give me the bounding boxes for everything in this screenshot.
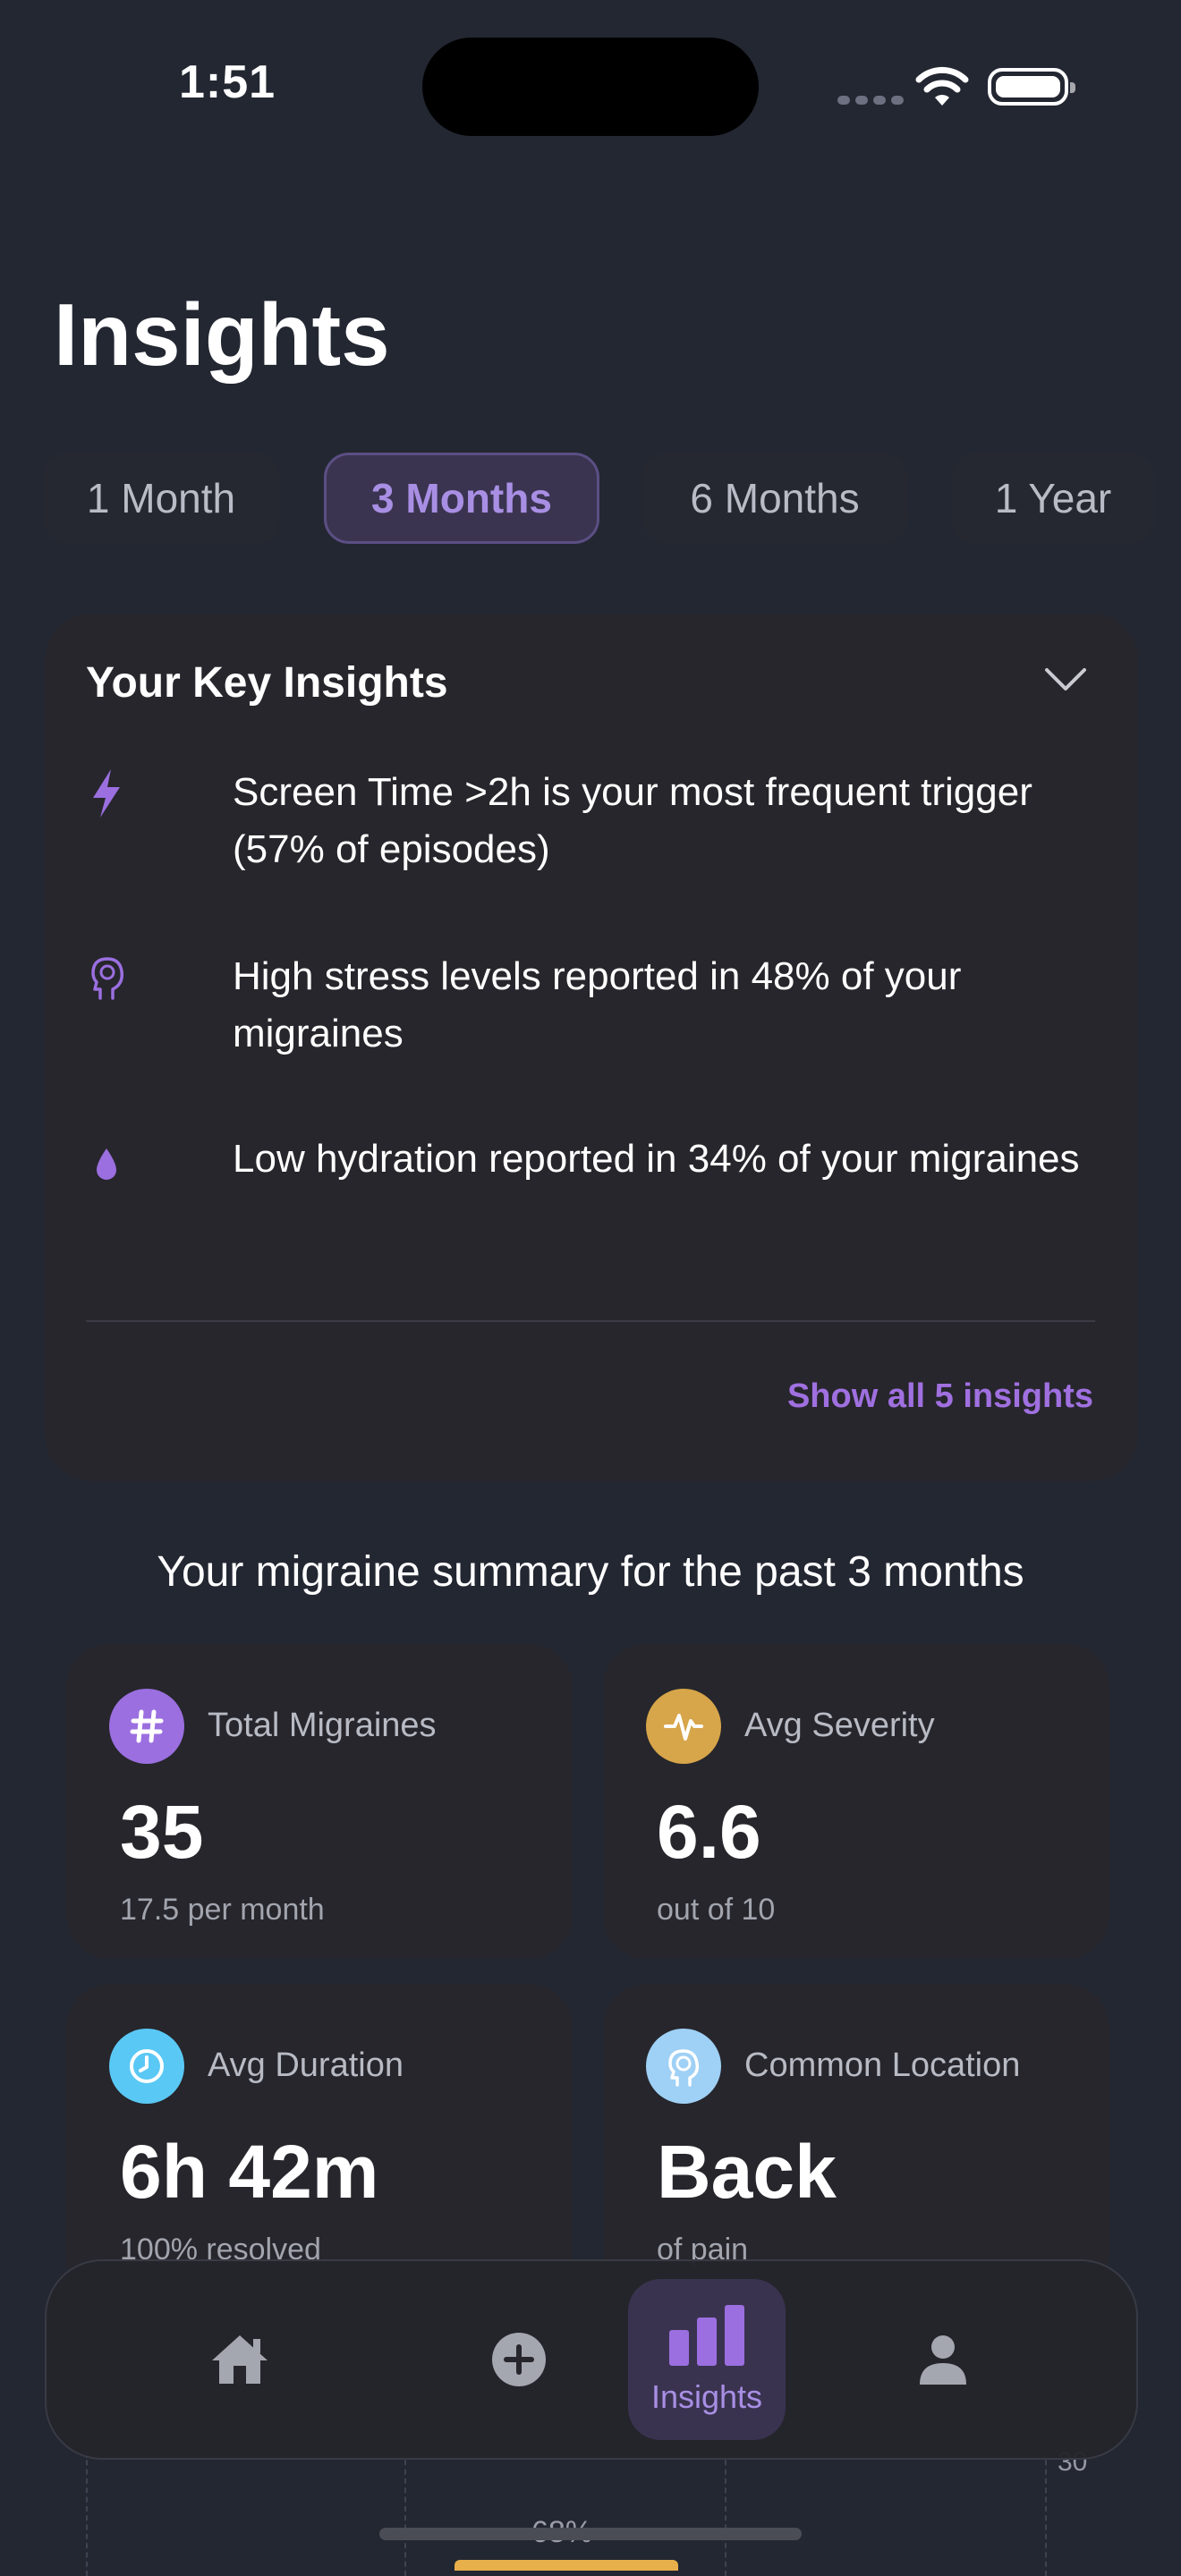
clock-icon [109, 2029, 184, 2104]
page-title: Insights [54, 285, 390, 384]
head-brain-icon [646, 2029, 721, 2104]
chart-gridline [1045, 2451, 1047, 2576]
bar-chart-icon [669, 2305, 744, 2366]
pulse-icon [646, 1689, 721, 1764]
tab-1-year[interactable]: 1 Year [952, 453, 1154, 544]
stat-label: Avg Duration [208, 2046, 404, 2084]
tab-1-month[interactable]: 1 Month [43, 453, 279, 544]
battery-icon [988, 68, 1075, 106]
tab-3-months[interactable]: 3 Months [324, 453, 599, 544]
nav-add[interactable] [440, 2279, 598, 2440]
home-icon [212, 2335, 268, 2384]
chart-bar [455, 2560, 678, 2571]
water-drop-icon [86, 1131, 127, 1188]
insight-text: Low hydration reported in 34% of your mi… [233, 1137, 1080, 1181]
stat-label: Common Location [744, 2046, 1021, 2084]
stat-label: Avg Severity [744, 1707, 935, 1744]
insight-text: High stress levels reported in 48% of yo… [233, 954, 962, 1055]
bolt-icon [86, 764, 127, 821]
nav-home[interactable] [161, 2279, 319, 2440]
person-icon [920, 2335, 966, 2385]
nav-insights[interactable]: Insights [628, 2279, 786, 2440]
chart-gridline [86, 2451, 88, 2576]
wifi-icon [914, 66, 970, 114]
plus-circle-icon [492, 2333, 546, 2386]
stat-card-avg-duration: Avg Duration 6h 42m 100% resolved [66, 1984, 573, 2299]
stat-subtext: out of 10 [657, 1893, 776, 1927]
stat-card-avg-severity: Avg Severity 6.6 out of 10 [603, 1644, 1109, 1959]
chevron-down-icon[interactable] [1043, 665, 1088, 699]
head-brain-icon [86, 948, 127, 1005]
chart-gridline [725, 2451, 726, 2576]
divider [86, 1320, 1095, 1322]
key-insights-title: Your Key Insights [86, 659, 448, 707]
bottom-nav: Insights [45, 2259, 1138, 2460]
nav-profile[interactable] [864, 2279, 1022, 2440]
stat-value: 6.6 [657, 1790, 761, 1874]
nav-insights-label: Insights [650, 2378, 763, 2415]
hash-icon [109, 1689, 184, 1764]
cellular-signal-icon [837, 93, 909, 109]
stat-label: Total Migraines [208, 1707, 437, 1744]
stat-subtext: 17.5 per month [120, 1893, 325, 1927]
stat-card-common-location: Common Location Back of pain [603, 1984, 1109, 2299]
stat-value: 6h 42m [120, 2130, 379, 2214]
dynamic-island [422, 38, 759, 136]
key-insights-card: Your Key Insights Screen Time >2h is you… [45, 614, 1138, 1481]
tab-6-months[interactable]: 6 Months [642, 453, 907, 544]
chart-gridline [404, 2451, 406, 2576]
status-time: 1:51 [179, 56, 276, 108]
insight-text: Screen Time >2h is your most frequent tr… [233, 770, 1032, 871]
home-indicator [379, 2528, 802, 2540]
summary-title: Your migraine summary for the past 3 mon… [157, 1548, 1024, 1596]
show-all-insights-link[interactable]: Show all 5 insights [787, 1377, 1093, 1416]
stat-card-total-migraines: Total Migraines 35 17.5 per month [66, 1644, 573, 1959]
stat-value: Back [657, 2130, 837, 2214]
stat-value: 35 [120, 1790, 204, 1874]
